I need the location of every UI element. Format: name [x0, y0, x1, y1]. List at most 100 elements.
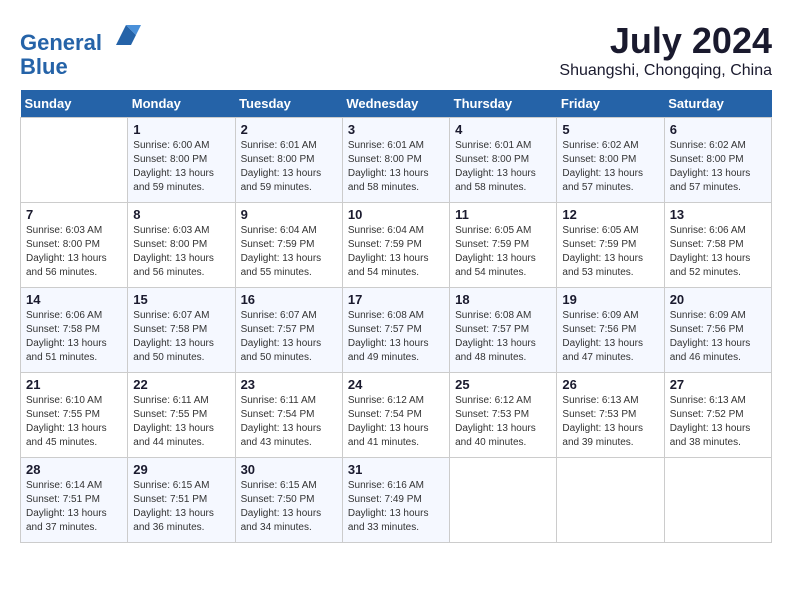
- day-info: Sunrise: 6:09 AM Sunset: 7:56 PM Dayligh…: [562, 309, 658, 365]
- day-info: Sunrise: 6:12 AM Sunset: 7:54 PM Dayligh…: [348, 394, 444, 450]
- day-info: Sunrise: 6:01 AM Sunset: 8:00 PM Dayligh…: [455, 139, 551, 195]
- day-number: 23: [241, 377, 337, 392]
- day-number: 29: [133, 462, 229, 477]
- calendar-cell: 12 Sunrise: 6:05 AM Sunset: 7:59 PM Dayli…: [557, 203, 664, 288]
- day-info: Sunrise: 6:03 AM Sunset: 8:00 PM Dayligh…: [26, 224, 122, 280]
- calendar-cell: 14Sunrise: 6:06 AM Sunset: 7:58 PM Dayli…: [21, 288, 128, 373]
- day-number: 5: [562, 122, 658, 137]
- calendar-table: SundayMondayTuesdayWednesdayThursdayFrid…: [20, 90, 772, 543]
- calendar-cell: 11Sunrise: 6:05 AM Sunset: 7:59 PM Dayli…: [450, 203, 557, 288]
- day-number: 19: [562, 292, 658, 307]
- calendar-cell: 30Sunrise: 6:15 AM Sunset: 7:50 PM Dayli…: [235, 458, 342, 543]
- day-number: 26: [562, 377, 658, 392]
- day-number: 21: [26, 377, 122, 392]
- day-number: 3: [348, 122, 444, 137]
- calendar-cell: 9 Sunrise: 6:04 AM Sunset: 7:59 PM Daylig…: [235, 203, 342, 288]
- header-wednesday: Wednesday: [342, 90, 449, 118]
- day-info: Sunrise: 6:08 AM Sunset: 7:57 PM Dayligh…: [455, 309, 551, 365]
- calendar-cell: 31 Sunrise: 6:16 AM Sunset: 7:49 PM Dayli…: [342, 458, 449, 543]
- day-info: Sunrise: 6:16 AM Sunset: 7:49 PM Dayligh…: [348, 479, 444, 535]
- day-info: Sunrise: 6:00 AM Sunset: 8:00 PM Dayligh…: [133, 139, 229, 195]
- header-monday: Monday: [128, 90, 235, 118]
- day-info: Sunrise: 6:11 AM Sunset: 7:54 PM Dayligh…: [241, 394, 337, 450]
- day-info: Sunrise: 6:06 AM Sunset: 7:58 PM Dayligh…: [670, 224, 766, 280]
- day-number: 25: [455, 377, 551, 392]
- logo: General Blue: [20, 20, 141, 79]
- day-info: Sunrise: 6:05 AM Sunset: 7:59 PM Dayligh…: [562, 224, 658, 280]
- day-info: Sunrise: 6:07 AM Sunset: 7:58 PM Dayligh…: [133, 309, 229, 365]
- day-number: 11: [455, 207, 551, 222]
- calendar-cell: 27 Sunrise: 6:13 AM Sunset: 7:52 PM Dayli…: [664, 373, 771, 458]
- calendar-cell: 5 Sunrise: 6:02 AM Sunset: 8:00 PM Daylig…: [557, 118, 664, 203]
- day-number: 22: [133, 377, 229, 392]
- calendar-cell: 26 Sunrise: 6:13 AM Sunset: 7:53 PM Dayli…: [557, 373, 664, 458]
- day-info: Sunrise: 6:10 AM Sunset: 7:55 PM Dayligh…: [26, 394, 122, 450]
- day-info: Sunrise: 6:08 AM Sunset: 7:57 PM Dayligh…: [348, 309, 444, 365]
- day-number: 28: [26, 462, 122, 477]
- day-header-row: SundayMondayTuesdayWednesdayThursdayFrid…: [21, 90, 772, 118]
- day-number: 30: [241, 462, 337, 477]
- calendar-cell: 6 Sunrise: 6:02 AM Sunset: 8:00 PM Daylig…: [664, 118, 771, 203]
- calendar-cell: 17 Sunrise: 6:08 AM Sunset: 7:57 PM Dayli…: [342, 288, 449, 373]
- day-number: 12: [562, 207, 658, 222]
- calendar-cell: 20 Sunrise: 6:09 AM Sunset: 7:56 PM Dayli…: [664, 288, 771, 373]
- week-row-4: 21 Sunrise: 6:10 AM Sunset: 7:55 PM Dayli…: [21, 373, 772, 458]
- page-header: General Blue July 2024 Shuangshi, Chongq…: [20, 20, 772, 80]
- day-info: Sunrise: 6:09 AM Sunset: 7:56 PM Dayligh…: [670, 309, 766, 365]
- calendar-cell: [21, 118, 128, 203]
- calendar-cell: 7Sunrise: 6:03 AM Sunset: 8:00 PM Daylig…: [21, 203, 128, 288]
- calendar-cell: 4 Sunrise: 6:01 AM Sunset: 8:00 PM Daylig…: [450, 118, 557, 203]
- day-number: 2: [241, 122, 337, 137]
- day-number: 4: [455, 122, 551, 137]
- calendar-cell: 21 Sunrise: 6:10 AM Sunset: 7:55 PM Dayli…: [21, 373, 128, 458]
- day-info: Sunrise: 6:13 AM Sunset: 7:53 PM Dayligh…: [562, 394, 658, 450]
- day-info: Sunrise: 6:01 AM Sunset: 8:00 PM Dayligh…: [348, 139, 444, 195]
- day-info: Sunrise: 6:14 AM Sunset: 7:51 PM Dayligh…: [26, 479, 122, 535]
- week-row-2: 7Sunrise: 6:03 AM Sunset: 8:00 PM Daylig…: [21, 203, 772, 288]
- calendar-cell: 10Sunrise: 6:04 AM Sunset: 7:59 PM Dayli…: [342, 203, 449, 288]
- header-saturday: Saturday: [664, 90, 771, 118]
- calendar-cell: 22Sunrise: 6:11 AM Sunset: 7:55 PM Dayli…: [128, 373, 235, 458]
- day-number: 9: [241, 207, 337, 222]
- calendar-cell: 16 Sunrise: 6:07 AM Sunset: 7:57 PM Dayli…: [235, 288, 342, 373]
- week-row-3: 14Sunrise: 6:06 AM Sunset: 7:58 PM Dayli…: [21, 288, 772, 373]
- calendar-cell: 1 Sunrise: 6:00 AM Sunset: 8:00 PM Daylig…: [128, 118, 235, 203]
- calendar-cell: 2Sunrise: 6:01 AM Sunset: 8:00 PM Daylig…: [235, 118, 342, 203]
- calendar-cell: 15Sunrise: 6:07 AM Sunset: 7:58 PM Dayli…: [128, 288, 235, 373]
- header-thursday: Thursday: [450, 90, 557, 118]
- header-friday: Friday: [557, 90, 664, 118]
- day-number: 6: [670, 122, 766, 137]
- day-number: 20: [670, 292, 766, 307]
- logo-icon: [111, 20, 141, 50]
- day-number: 27: [670, 377, 766, 392]
- calendar-cell: 23 Sunrise: 6:11 AM Sunset: 7:54 PM Dayli…: [235, 373, 342, 458]
- day-info: Sunrise: 6:07 AM Sunset: 7:57 PM Dayligh…: [241, 309, 337, 365]
- calendar-cell: [450, 458, 557, 543]
- day-number: 8: [133, 207, 229, 222]
- day-number: 1: [133, 122, 229, 137]
- calendar-cell: 3 Sunrise: 6:01 AM Sunset: 8:00 PM Daylig…: [342, 118, 449, 203]
- location: Shuangshi, Chongqing, China: [559, 62, 772, 80]
- calendar-cell: 8Sunrise: 6:03 AM Sunset: 8:00 PM Daylig…: [128, 203, 235, 288]
- logo-text: General: [20, 20, 141, 55]
- header-sunday: Sunday: [21, 90, 128, 118]
- week-row-1: 1 Sunrise: 6:00 AM Sunset: 8:00 PM Daylig…: [21, 118, 772, 203]
- calendar-cell: 19 Sunrise: 6:09 AM Sunset: 7:56 PM Dayli…: [557, 288, 664, 373]
- day-info: Sunrise: 6:02 AM Sunset: 8:00 PM Dayligh…: [562, 139, 658, 195]
- day-number: 24: [348, 377, 444, 392]
- logo-blue: Blue: [20, 55, 141, 79]
- day-number: 17: [348, 292, 444, 307]
- day-number: 31: [348, 462, 444, 477]
- day-info: Sunrise: 6:13 AM Sunset: 7:52 PM Dayligh…: [670, 394, 766, 450]
- day-number: 16: [241, 292, 337, 307]
- month-year: July 2024: [559, 20, 772, 62]
- day-number: 10: [348, 207, 444, 222]
- calendar-cell: 29Sunrise: 6:15 AM Sunset: 7:51 PM Dayli…: [128, 458, 235, 543]
- calendar-cell: [557, 458, 664, 543]
- header-tuesday: Tuesday: [235, 90, 342, 118]
- logo-general: General: [20, 30, 102, 55]
- title-block: July 2024 Shuangshi, Chongqing, China: [559, 20, 772, 80]
- day-number: 13: [670, 207, 766, 222]
- day-info: Sunrise: 6:04 AM Sunset: 7:59 PM Dayligh…: [241, 224, 337, 280]
- day-info: Sunrise: 6:02 AM Sunset: 8:00 PM Dayligh…: [670, 139, 766, 195]
